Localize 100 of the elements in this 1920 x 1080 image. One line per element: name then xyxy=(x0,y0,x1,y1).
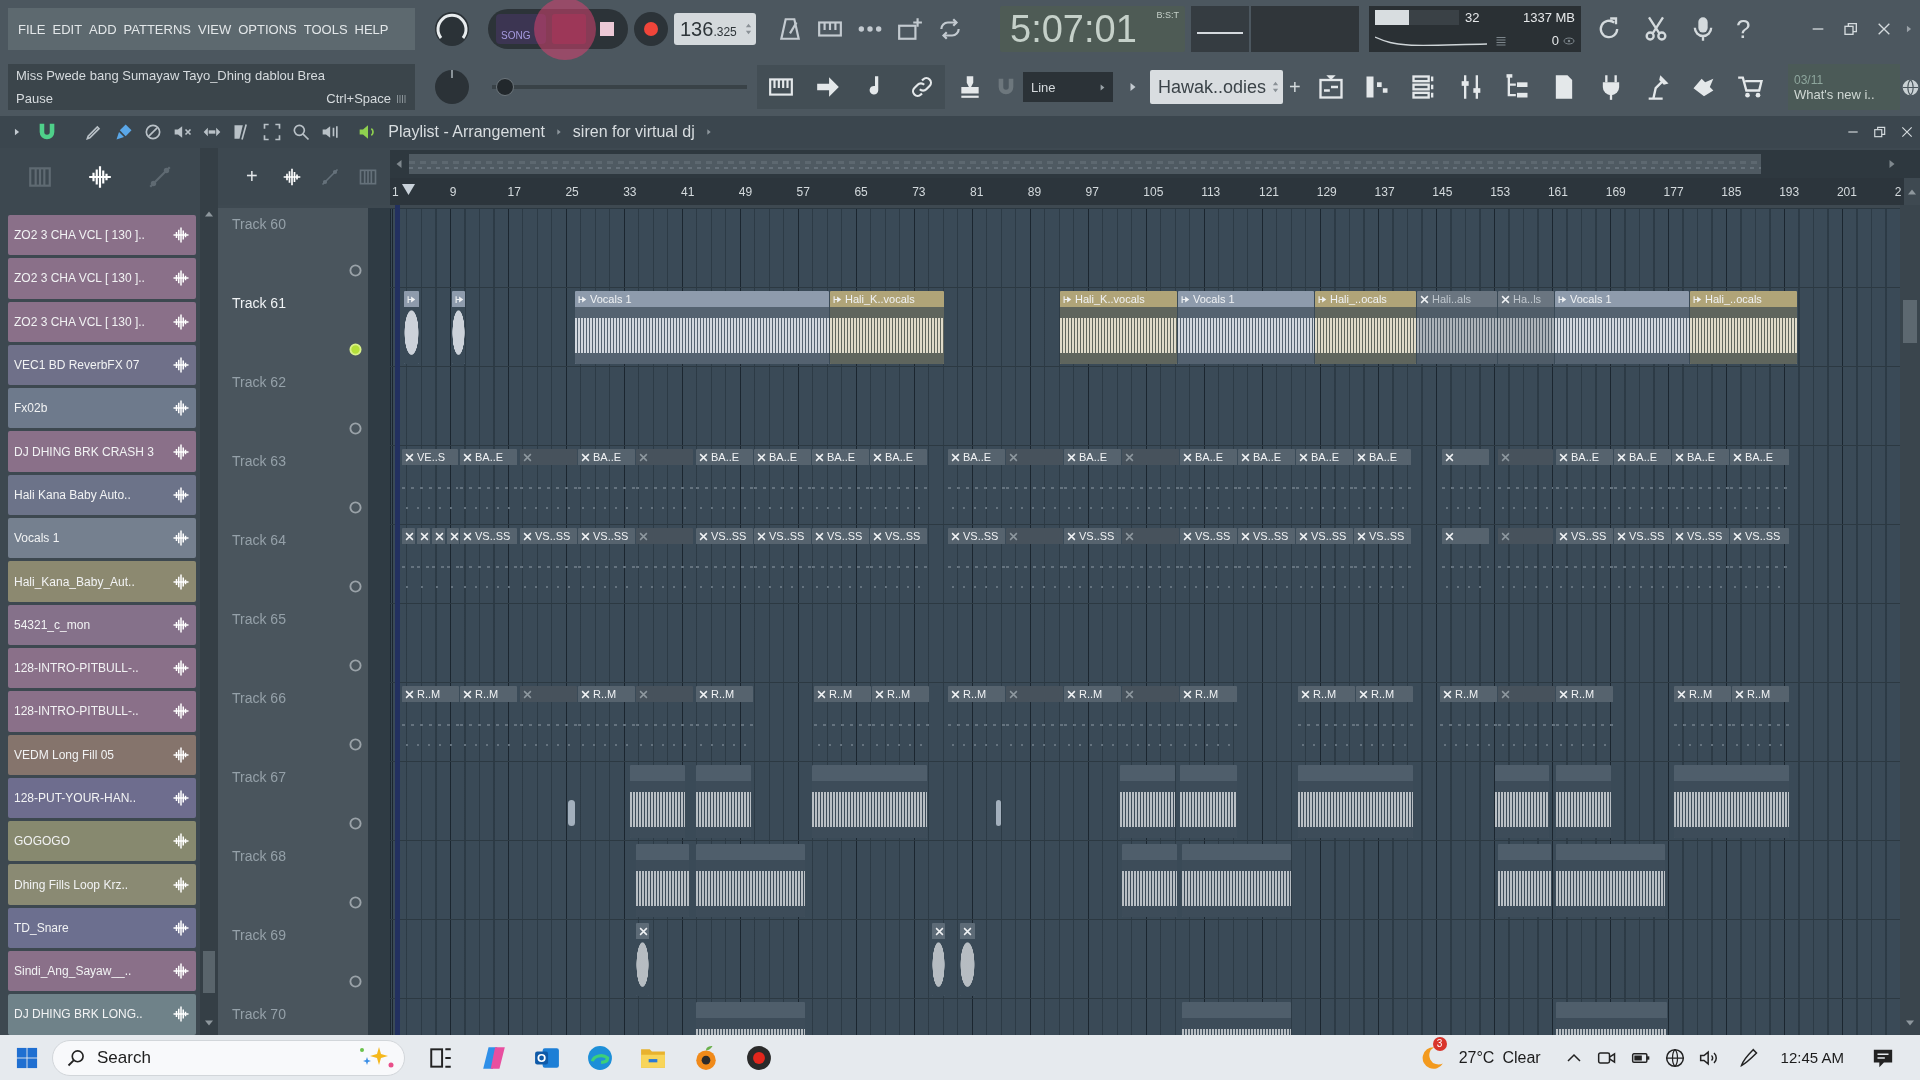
led-icon[interactable] xyxy=(349,264,362,277)
sample-clip[interactable] xyxy=(996,800,1001,826)
audio-clip[interactable] xyxy=(636,844,689,917)
scrollbar[interactable] xyxy=(1900,205,1920,1035)
sample-item[interactable]: Dhing Fills Loop Krz.. xyxy=(8,864,196,905)
audio-clip[interactable] xyxy=(1674,765,1789,838)
sample-clip[interactable] xyxy=(452,291,465,364)
sample-item[interactable]: Fx02b xyxy=(8,388,196,429)
playlist-icon[interactable] xyxy=(1316,73,1345,101)
audio-clip[interactable] xyxy=(1180,765,1237,838)
led-icon[interactable] xyxy=(349,580,362,593)
sample-item[interactable]: ZO2 3 CHA VCL [ 130 ].. xyxy=(8,215,196,256)
add-track-button[interactable]: + xyxy=(246,165,258,188)
timeline-ruler[interactable]: 1 9 17 25 33 41 49 57 65 73 81 89 97 105 113 121 129 137 145 153 161 169 177 185 193 201 2 xyxy=(390,178,1904,205)
menu-item[interactable]: EDIT xyxy=(52,21,83,37)
track-header[interactable]: Track 70 xyxy=(218,998,390,1035)
audio-clip[interactable] xyxy=(1495,765,1549,838)
snap-dropdown[interactable]: Line xyxy=(1023,72,1113,102)
caret-icon[interactable] xyxy=(704,128,713,136)
track-header[interactable]: Track 61 xyxy=(218,287,390,366)
close-icon[interactable] xyxy=(1900,125,1914,139)
led-icon[interactable] xyxy=(349,896,362,909)
record-app-icon[interactable] xyxy=(746,1044,772,1071)
audio-clip[interactable] xyxy=(1498,844,1551,917)
sample-item[interactable]: ZO2 3 CHA VCL [ 130 ].. xyxy=(8,301,196,342)
slider-thumb[interactable] xyxy=(495,78,514,96)
scroll-thumb[interactable] xyxy=(203,951,215,993)
audio-clip[interactable] xyxy=(812,765,927,838)
audio-clip[interactable] xyxy=(1182,844,1291,917)
record-button[interactable] xyxy=(634,12,668,46)
track-header[interactable]: Track 65 xyxy=(218,603,390,682)
news-panel[interactable]: 03/11 What's new i.. xyxy=(1788,64,1900,110)
sample-item[interactable]: DJ DHING BRK LONG.. xyxy=(8,994,196,1035)
clock[interactable]: 12:45 AM xyxy=(1780,1049,1844,1066)
track-header[interactable]: Track 64 xyxy=(218,524,390,603)
sample-item[interactable]: VEC1 BD ReverbFX 07 xyxy=(8,344,196,386)
scroll-thumb[interactable] xyxy=(1903,300,1917,343)
menu-item[interactable]: FILE xyxy=(18,21,46,37)
pattern-selector[interactable]: Hawak..odies xyxy=(1150,70,1283,104)
audio-clip[interactable] xyxy=(1120,765,1175,838)
audio-clip[interactable] xyxy=(696,844,805,917)
copilot-icon[interactable] xyxy=(481,1044,507,1071)
close-icon[interactable] xyxy=(1876,21,1892,37)
sample-clip[interactable] xyxy=(960,923,975,996)
sample-clip[interactable] xyxy=(568,800,575,826)
fruit-app-icon[interactable] xyxy=(693,1044,719,1071)
audio-clip[interactable] xyxy=(1556,844,1665,917)
search-field[interactable]: Search xyxy=(52,1039,405,1076)
song-mode-switch[interactable]: SONG xyxy=(496,14,546,44)
tempo-field[interactable]: 136.325 xyxy=(674,13,756,45)
audio-clip[interactable] xyxy=(1122,844,1177,917)
sample-item[interactable]: VEDM Long Fill 05 xyxy=(8,734,196,775)
keyboard-plus-icon[interactable] xyxy=(897,16,923,42)
track-header[interactable]: Track 60 xyxy=(218,208,390,287)
sample-item[interactable]: Vocals 1 xyxy=(8,518,196,559)
sample-item[interactable]: TD_Snare xyxy=(8,907,196,949)
menu-item[interactable]: PATTERNS xyxy=(123,21,191,37)
menu-item[interactable]: OPTIONS xyxy=(238,21,297,37)
menu-item[interactable]: ADD xyxy=(89,21,117,37)
network-globe-icon[interactable] xyxy=(1664,1047,1685,1068)
zoom-icon[interactable] xyxy=(291,122,312,142)
menu-item[interactable]: TOOLS xyxy=(303,21,348,37)
windows-start-icon[interactable] xyxy=(16,1046,38,1069)
position-marker-icon[interactable] xyxy=(400,182,416,196)
sample-item[interactable]: 54321_c_mon xyxy=(8,604,196,645)
temperature-label[interactable]: 27°C xyxy=(1458,1048,1495,1067)
led-icon[interactable] xyxy=(349,738,362,751)
sample-item[interactable]: 128-INTRO-PITBULL-.. xyxy=(8,691,196,732)
audio-clip[interactable] xyxy=(696,765,751,838)
browser-app-icon[interactable] xyxy=(587,1044,613,1071)
audio-clip[interactable] xyxy=(630,765,685,838)
restore-icon[interactable] xyxy=(1843,21,1859,37)
scroll-thumb[interactable] xyxy=(409,154,1761,174)
sample-clip[interactable] xyxy=(404,291,419,364)
select-icon[interactable] xyxy=(261,122,282,142)
track-header[interactable]: Track 67 xyxy=(218,761,390,840)
led-icon[interactable] xyxy=(349,975,362,988)
globe-icon[interactable] xyxy=(1902,78,1919,96)
track-header[interactable]: Track 66 xyxy=(218,682,390,761)
restore-icon[interactable] xyxy=(1873,125,1887,139)
brush-icon[interactable] xyxy=(113,122,134,142)
help-button[interactable]: ? xyxy=(1736,13,1751,45)
waveform-icon[interactable] xyxy=(87,163,113,190)
track-header[interactable]: Track 68 xyxy=(218,840,390,919)
sample-item[interactable]: Sindi_Ang_Sayaw__.. xyxy=(8,951,196,992)
track-header[interactable]: Track 63 xyxy=(218,445,390,524)
weather-condition[interactable]: Clear xyxy=(1502,1048,1541,1067)
sample-item[interactable]: GOGOGO xyxy=(8,821,196,862)
led-icon[interactable] xyxy=(349,422,362,435)
led-icon[interactable] xyxy=(349,501,362,514)
menu-item[interactable]: VIEW xyxy=(197,21,232,37)
waveform-icon[interactable] xyxy=(281,166,302,187)
audio-clip[interactable] xyxy=(1298,765,1413,838)
sample-clip[interactable] xyxy=(636,923,649,996)
metronome-icon[interactable] xyxy=(777,16,803,42)
sample-item[interactable]: ZO2 3 CHA VCL [ 130 ].. xyxy=(8,258,196,299)
sample-item[interactable]: Hali Kana Baby Auto.. xyxy=(8,474,196,516)
loop-icon[interactable] xyxy=(937,16,963,42)
led-icon[interactable] xyxy=(349,817,362,830)
audio-clip[interactable] xyxy=(1556,765,1611,838)
